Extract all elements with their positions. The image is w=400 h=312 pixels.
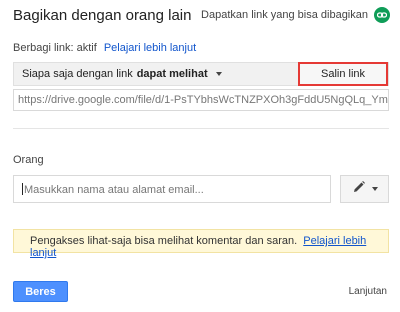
access-prefix: Siapa saja dengan link [22,68,133,80]
done-button[interactable]: Beres [13,281,68,302]
get-shareable-link-label: Dapatkan link yang bisa dibagikan [201,9,368,21]
notice-text: Pengakses lihat-saja bisa melihat koment… [30,235,298,247]
pencil-icon [352,180,366,199]
permission-dropdown-button[interactable] [340,175,389,203]
learn-more-link[interactable]: Pelajari lebih lanjut [104,42,196,54]
link-sharing-status: Berbagi link: aktif Pelajari lebih lanju… [13,42,196,54]
viewer-notice: Pengakses lihat-saja bisa melihat koment… [13,229,389,259]
chevron-down-icon [371,187,378,191]
people-label: Orang [13,154,44,166]
access-level-dropdown[interactable]: Siapa saja dengan link dapat melihat [22,68,222,80]
share-url-field[interactable]: https://drive.google.com/file/d/1-PsTYbh… [13,89,389,111]
divider [13,128,389,129]
people-input-placeholder: Masukkan nama atau alamat email... [24,184,204,196]
copy-link-button[interactable]: Salin link [298,62,388,86]
people-input[interactable]: Masukkan nama atau alamat email... [13,175,331,203]
text-cursor [22,183,23,195]
get-shareable-link-button[interactable]: Dapatkan link yang bisa dibagikan [201,7,390,23]
dialog-title: Bagikan dengan orang lain [13,7,192,24]
chevron-down-icon [215,72,222,76]
link-icon [374,7,390,23]
link-sharing-status-text: Berbagi link: aktif [13,42,97,54]
link-access-bar: Siapa saja dengan link dapat melihat Sal… [13,62,389,86]
advanced-link[interactable]: Lanjutan [349,286,387,297]
access-level: dapat melihat [136,68,208,80]
